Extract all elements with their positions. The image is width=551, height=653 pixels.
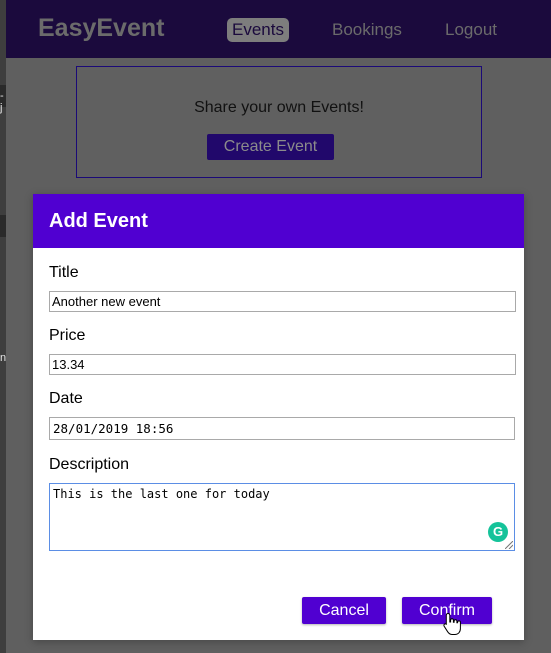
title-input[interactable]: Another new event — [49, 291, 516, 312]
left-strip-text: n — [0, 352, 7, 364]
cancel-button[interactable]: Cancel — [302, 597, 386, 624]
nav-bookings[interactable]: Bookings — [327, 18, 407, 42]
description-label: Description — [49, 456, 130, 473]
date-input[interactable]: 28/01/2019 18:56 — [49, 417, 515, 440]
title-label: Title — [49, 264, 79, 281]
resize-grip-icon[interactable] — [505, 541, 513, 549]
nav-logout[interactable]: Logout — [440, 18, 502, 42]
modal-title: Add Event — [33, 194, 524, 248]
price-input[interactable]: 13.34 — [49, 354, 516, 375]
description-textarea[interactable]: This is the last one for today G — [49, 483, 515, 551]
date-label: Date — [49, 390, 83, 407]
left-strip-text: -j — [0, 90, 4, 114]
background-left-strip: -j n — [0, 0, 6, 653]
left-strip-mark — [0, 215, 6, 237]
create-event-button[interactable]: Create Event — [207, 134, 334, 160]
description-text: This is the last one for today — [53, 487, 270, 501]
grammarly-icon[interactable]: G — [488, 522, 508, 542]
top-navbar: EasyEvent Events Bookings Logout — [6, 0, 551, 58]
price-label: Price — [49, 327, 86, 344]
add-event-modal: Add Event Title Another new event Price … — [33, 194, 524, 640]
share-events-text: Share your own Events! — [194, 99, 364, 116]
nav-events[interactable]: Events — [227, 18, 289, 42]
share-events-box: Share your own Events! Create Event — [76, 66, 482, 178]
hand-cursor-icon — [443, 612, 461, 635]
brand-logo[interactable]: EasyEvent — [38, 14, 164, 43]
